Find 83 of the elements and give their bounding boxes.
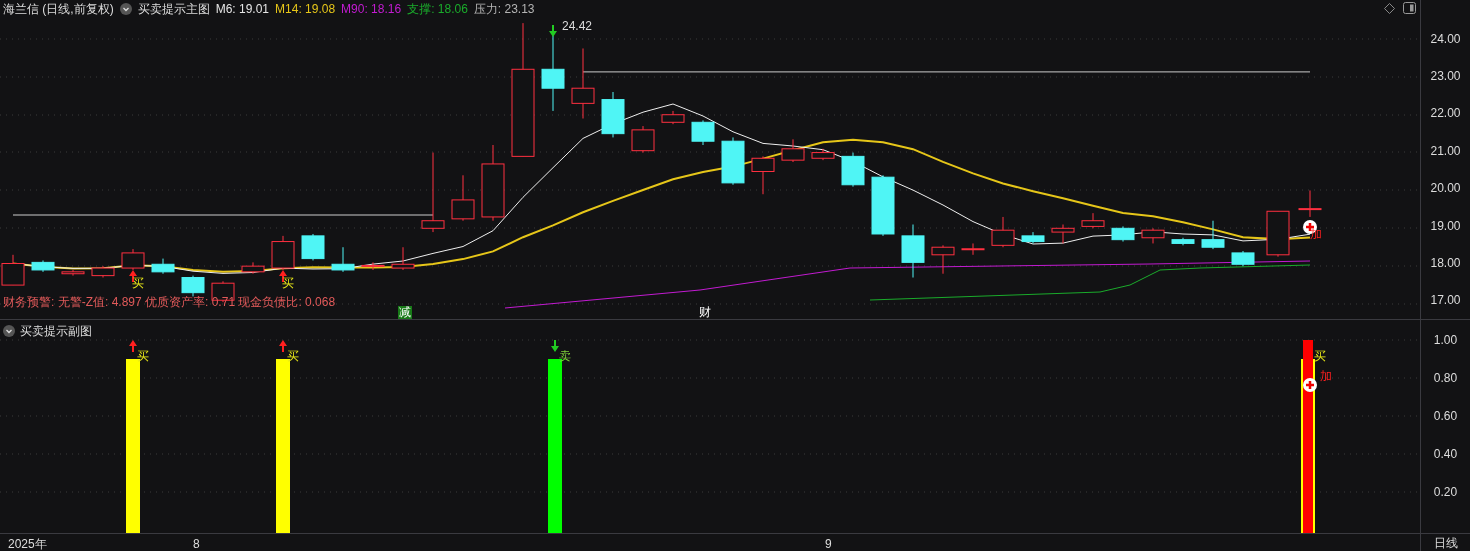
finance-marker: 财 — [698, 306, 712, 319]
price-axis-label: 17.00 — [1430, 292, 1461, 310]
candlestick — [781, 138, 805, 163]
candlestick — [1266, 210, 1290, 258]
candlestick — [451, 174, 475, 222]
candlestick — [571, 47, 595, 119]
reduce-marker: 减 — [398, 306, 412, 319]
value-axis-label: 0.60 — [1433, 408, 1458, 425]
candlestick — [631, 125, 655, 154]
indicator-value: M90: 18.16 — [341, 1, 402, 18]
candlestick — [1201, 220, 1225, 250]
candlestick — [721, 136, 745, 186]
candlestick — [1081, 212, 1105, 229]
candlestick — [1111, 225, 1135, 243]
value-axis-label: 0.20 — [1433, 484, 1458, 501]
candlestick — [391, 246, 415, 271]
candlestick — [331, 246, 355, 273]
diamond-icon[interactable] — [1384, 2, 1395, 14]
indicator-value: M14: 19.08 — [275, 1, 336, 18]
candlestick — [241, 261, 265, 275]
value-axis-label: 0.40 — [1433, 446, 1458, 463]
candlestick — [181, 275, 205, 297]
chevron-down-icon[interactable] — [3, 325, 15, 337]
indicator-value: M6: 19.01 — [215, 1, 270, 18]
candlestick — [121, 248, 145, 271]
candlestick — [841, 152, 865, 188]
candlestick — [1171, 237, 1195, 246]
signal-label: 加 — [1310, 227, 1322, 241]
candlestick — [1051, 224, 1075, 244]
candlestick — [961, 242, 985, 256]
signal-label: 买 — [287, 349, 299, 363]
price-axis-label: 20.00 — [1430, 180, 1461, 198]
down-arrow-icon — [551, 340, 559, 352]
stock-title: 海兰信 (日线,前复权) — [3, 1, 114, 18]
candlestick — [61, 269, 85, 277]
price-axis-label: 23.00 — [1430, 68, 1461, 86]
candlestick — [151, 258, 175, 275]
panel-toggle-icon[interactable] — [1403, 2, 1416, 14]
plus-circle-icon — [1303, 378, 1317, 392]
up-arrow-icon — [129, 340, 137, 352]
date-axis-label: 9 — [825, 536, 832, 551]
value-axis-label: 1.00 — [1433, 332, 1458, 349]
candlestick — [91, 265, 115, 278]
price-axis-label: 21.00 — [1430, 142, 1461, 160]
candlestick — [361, 261, 385, 271]
up-arrow-icon — [279, 340, 287, 352]
candlestick — [991, 216, 1015, 248]
high-price-label: 24.42 — [562, 19, 593, 33]
candlestick — [31, 260, 55, 273]
sub-chart-title: 买卖提示副图 — [20, 323, 92, 340]
signal-label: 买 — [1314, 349, 1326, 363]
candlestick — [751, 155, 775, 195]
signal-label: 加 — [1320, 369, 1332, 383]
candlestick — [1298, 189, 1322, 218]
period-label[interactable]: 日线 — [1433, 533, 1458, 551]
value-axis-label: 0.80 — [1433, 370, 1458, 387]
signal-label: 买 — [282, 276, 294, 290]
candlestick — [1231, 250, 1255, 267]
candlestick — [1021, 231, 1045, 244]
candlestick — [271, 235, 295, 271]
signal-label: 卖 — [559, 349, 571, 363]
price-axis-label: 22.00 — [1430, 105, 1461, 123]
candlestick — [931, 244, 955, 275]
candlestick — [871, 174, 895, 237]
signal-label: 买 — [137, 349, 149, 363]
indicator-name: 买卖提示主图 — [137, 1, 210, 18]
candlestick — [301, 233, 325, 261]
candlestick — [811, 148, 835, 161]
down-arrow-icon — [549, 25, 557, 37]
price-axis-label: 18.00 — [1430, 254, 1461, 272]
date-axis-label: 2025年 — [8, 536, 47, 551]
indicator-value: 压力: 23.13 — [473, 1, 535, 18]
candlestick — [901, 224, 925, 278]
chevron-down-icon[interactable] — [119, 3, 132, 15]
indicator-value: 支撑: 18.06 — [407, 1, 468, 18]
price-axis-label: 19.00 — [1430, 217, 1461, 235]
candlestick — [1141, 227, 1165, 244]
signal-label: 买 — [132, 276, 144, 290]
candlestick — [691, 119, 715, 146]
candlestick — [601, 91, 625, 138]
date-axis-label: 8 — [193, 536, 200, 551]
candlestick — [661, 110, 685, 125]
price-axis-label: 24.00 — [1430, 30, 1461, 48]
